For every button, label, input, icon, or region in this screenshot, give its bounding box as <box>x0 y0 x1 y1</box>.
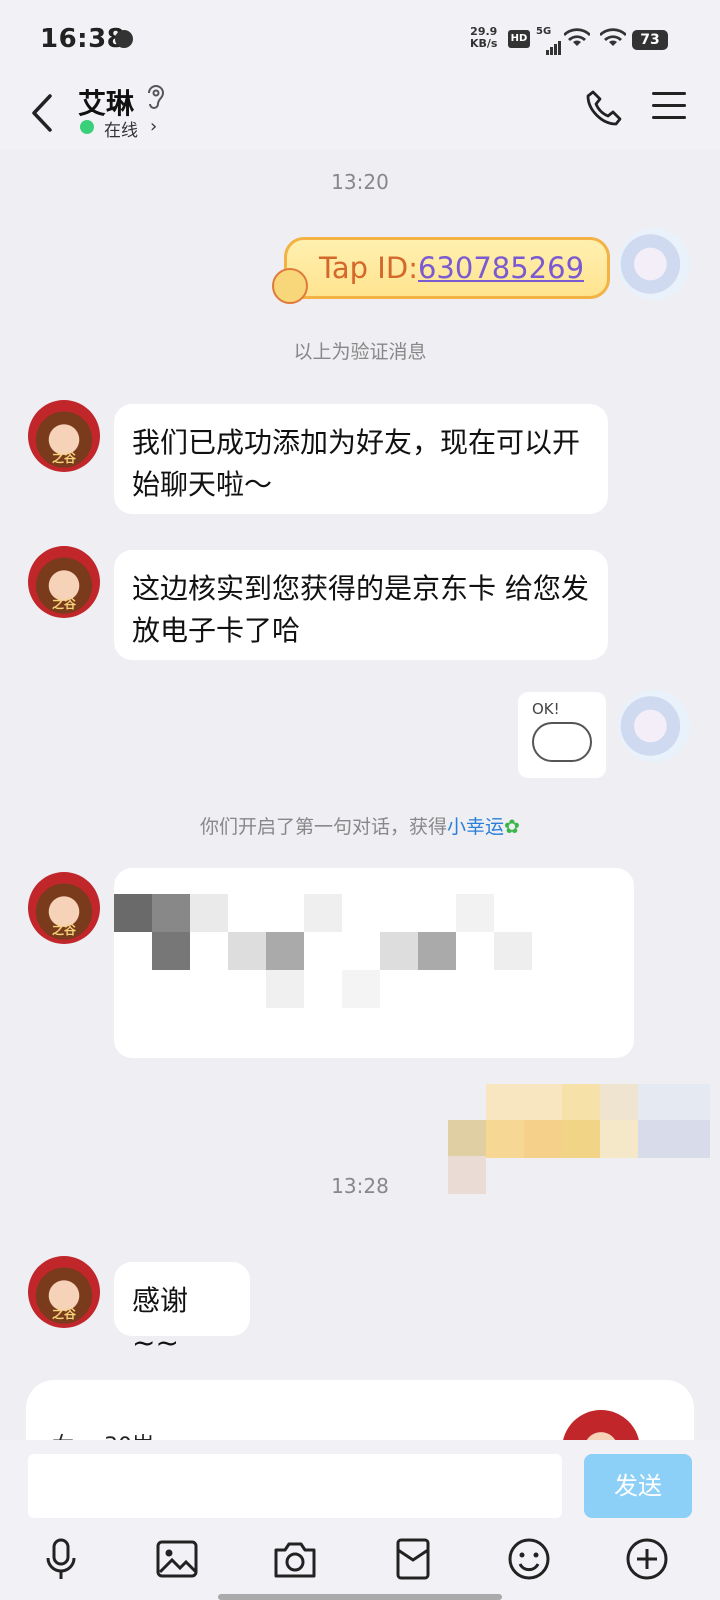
message-timestamp: 13:20 <box>331 170 389 194</box>
sprout-icon: ✿ <box>504 816 520 838</box>
contact-avatar[interactable]: 之谷 <box>28 546 100 618</box>
lucky-reward-link[interactable]: 小幸运 <box>447 816 504 838</box>
message-bubble[interactable]: 我们已成功添加为好友，现在可以开始聊天啦～ <box>114 404 608 514</box>
sticker-message[interactable]: OK! <box>518 692 606 778</box>
network-speed: 29.9 KB/s <box>470 25 498 50</box>
message-bubble[interactable]: 感谢~~ <box>114 1262 250 1359</box>
notification-app-icon <box>115 30 133 48</box>
home-indicator[interactable] <box>218 1594 502 1600</box>
status-bar: 16:38 29.9 KB/s HD 5G 73 <box>0 0 720 78</box>
wifi-icon <box>564 28 590 46</box>
verification-note: 以上为验证消息 <box>293 341 427 363</box>
tap-id-value[interactable]: 630785269 <box>418 251 584 285</box>
contact-avatar[interactable]: 之谷 <box>28 1256 100 1328</box>
emoji-icon[interactable] <box>506 1536 552 1582</box>
sticker-text: OK! <box>532 700 560 718</box>
my-avatar[interactable] <box>618 690 690 762</box>
sticker-face-icon <box>532 722 592 762</box>
back-icon[interactable] <box>24 88 64 138</box>
phone-icon[interactable] <box>584 88 624 128</box>
send-button[interactable]: 发送 <box>584 1454 692 1518</box>
contact-avatar[interactable]: 之谷 <box>28 400 100 472</box>
status-time: 16:38 <box>40 24 126 54</box>
my-avatar[interactable] <box>618 228 690 300</box>
image-icon[interactable] <box>154 1536 200 1582</box>
redacted-message-bubble[interactable] <box>114 868 634 1058</box>
hd-badge: HD <box>508 30 530 48</box>
tap-id-label: Tap ID: <box>319 251 418 285</box>
chat-header: 艾琳 在线 › <box>0 78 720 150</box>
composer-bar: 发送 <box>0 1440 720 1600</box>
mascot-sticker-icon <box>272 268 308 304</box>
online-status-text[interactable]: 在线 <box>104 116 138 141</box>
message-input[interactable] <box>28 1454 562 1518</box>
ear-icon[interactable] <box>144 82 166 112</box>
wifi-icon <box>600 28 626 46</box>
camera-icon[interactable] <box>272 1536 318 1582</box>
message-timestamp: 13:28 <box>331 1174 389 1198</box>
battery-indicator: 73 <box>632 30 668 50</box>
red-packet-icon[interactable] <box>390 1536 436 1582</box>
plus-icon[interactable] <box>624 1536 670 1582</box>
online-status-dot <box>80 120 94 134</box>
chevron-right-icon[interactable]: › <box>150 116 157 137</box>
first-chat-note: 你们开启了第一句对话，获得小幸运✿ <box>200 816 520 838</box>
cellular-signal-icon: 5G <box>536 26 562 55</box>
microphone-icon[interactable] <box>38 1536 84 1582</box>
menu-icon[interactable] <box>652 92 686 124</box>
message-bubble[interactable]: 这边核实到您获得的是京东卡 给您发放电子卡了哈 <box>114 550 608 660</box>
contact-avatar[interactable]: 之谷 <box>28 872 100 944</box>
tap-id-card[interactable]: Tap ID:630785269 <box>284 237 610 299</box>
